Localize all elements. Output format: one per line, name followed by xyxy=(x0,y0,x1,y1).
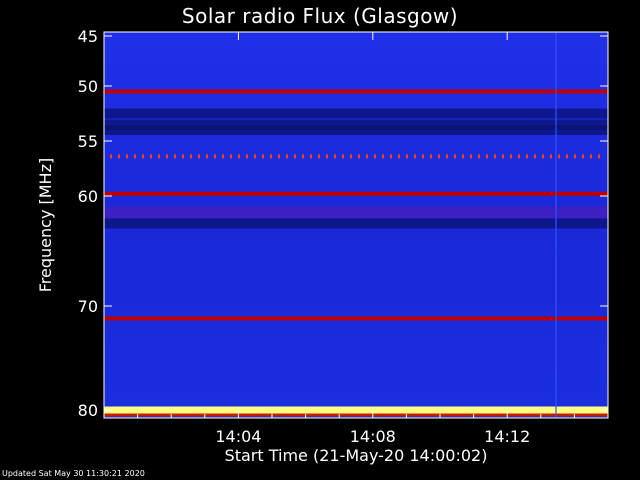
y-tick-label: 70 xyxy=(78,297,98,316)
spectrogram-chart: 45 50 55 60 70 80 14:04 14:08 14:12 xyxy=(78,27,609,446)
pulse-mark xyxy=(254,154,256,159)
pulse-mark xyxy=(350,154,352,159)
pulse-mark xyxy=(206,154,208,159)
pulse-mark xyxy=(198,154,200,159)
pulse-mark xyxy=(422,154,424,159)
pulse-mark xyxy=(430,154,432,159)
band-50.5mhz xyxy=(104,89,608,94)
pulse-mark xyxy=(150,154,152,159)
pulse-mark xyxy=(398,154,400,159)
pulse-mark xyxy=(518,154,520,159)
pulse-mark xyxy=(342,154,344,159)
pulse-mark xyxy=(222,154,224,159)
pulse-mark xyxy=(110,154,112,159)
pulse-mark xyxy=(478,154,480,159)
pulse-mark xyxy=(582,154,584,159)
pulse-mark xyxy=(294,154,296,159)
pulse-mark xyxy=(414,154,416,159)
pulse-mark xyxy=(390,154,392,159)
band-59.8mhz xyxy=(104,191,608,196)
band-80mhz-edge xyxy=(104,413,608,417)
pulse-mark xyxy=(542,154,544,159)
updated-timestamp: Updated Sat May 30 11:30:21 2020 xyxy=(2,469,145,478)
pulse-mark xyxy=(262,154,264,159)
pulse-mark xyxy=(406,154,408,159)
y-tick-label: 55 xyxy=(78,132,98,151)
pulse-mark xyxy=(454,154,456,159)
band-71.2mhz xyxy=(104,316,608,321)
pulse-mark xyxy=(598,154,600,159)
pulse-mark xyxy=(134,154,136,159)
pulse-mark xyxy=(574,154,576,159)
pulse-mark xyxy=(470,154,472,159)
pulse-mark xyxy=(462,154,464,159)
pulse-mark xyxy=(318,154,320,159)
pulse-mark xyxy=(438,154,440,159)
x-tick-label: 14:04 xyxy=(215,427,261,446)
band-80mhz xyxy=(104,406,608,414)
y-tick-label: 45 xyxy=(78,27,98,46)
pulse-mark xyxy=(326,154,328,159)
pulse-mark xyxy=(142,154,144,159)
pulse-mark xyxy=(366,154,368,159)
pulse-mark xyxy=(382,154,384,159)
dark-band-3 xyxy=(104,218,608,229)
y-tick-label: 60 xyxy=(78,187,98,206)
pulse-mark xyxy=(446,154,448,159)
pulse-mark xyxy=(550,154,552,159)
pulse-mark xyxy=(230,154,232,159)
pulse-mark xyxy=(310,154,312,159)
pulse-mark xyxy=(566,154,568,159)
pulse-mark xyxy=(182,154,184,159)
x-tick-label: 14:08 xyxy=(350,427,396,446)
y-tick-label: 50 xyxy=(78,77,98,96)
pulse-mark xyxy=(214,154,216,159)
x-tick-label: 14:12 xyxy=(484,427,530,446)
band-61.5mhz xyxy=(104,206,608,219)
pulse-mark xyxy=(302,154,304,159)
pulse-mark xyxy=(126,154,128,159)
dark-band-0 xyxy=(104,108,608,119)
dark-band-2 xyxy=(104,125,608,135)
pulse-mark xyxy=(590,154,592,159)
pulse-mark xyxy=(286,154,288,159)
chart-title: Solar radio Flux (Glasgow) xyxy=(181,4,459,28)
pulse-mark xyxy=(502,154,504,159)
x-axis-label: Start Time (21-May-20 14:00:02) xyxy=(224,446,488,465)
pulse-mark xyxy=(526,154,528,159)
pulse-mark xyxy=(278,154,280,159)
pulse-mark xyxy=(494,154,496,159)
pulse-mark xyxy=(358,154,360,159)
pulse-mark xyxy=(246,154,248,159)
y-tick-label: 80 xyxy=(78,401,98,420)
pulse-mark xyxy=(190,154,192,159)
pulse-mark xyxy=(238,154,240,159)
pulse-mark xyxy=(534,154,536,159)
pulse-mark xyxy=(118,154,120,159)
pulse-mark xyxy=(486,154,488,159)
pulse-mark xyxy=(374,154,376,159)
pulse-mark xyxy=(558,154,560,159)
pulse-mark xyxy=(158,154,160,159)
pulse-mark xyxy=(166,154,168,159)
y-axis-label: Frequency [MHz] xyxy=(36,157,55,293)
pulse-mark xyxy=(510,154,512,159)
pulse-mark xyxy=(334,154,336,159)
pulse-mark xyxy=(174,154,176,159)
pulse-mark xyxy=(270,154,272,159)
